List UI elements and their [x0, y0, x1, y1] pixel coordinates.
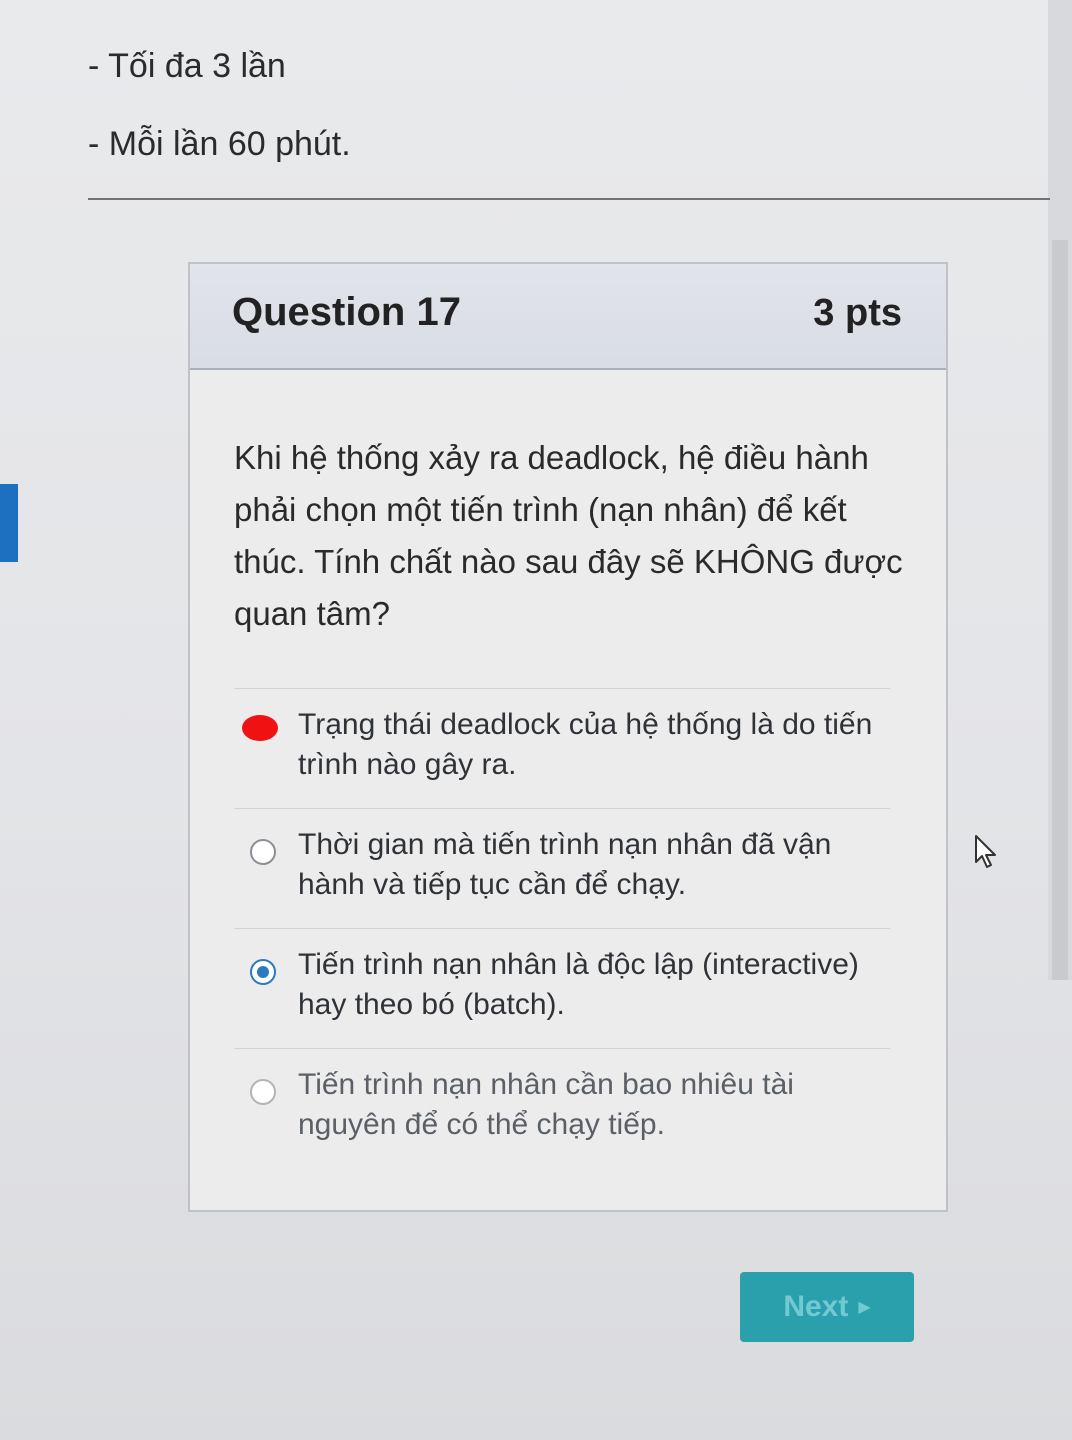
- answer-label: Trạng thái deadlock của hệ thống là do t…: [298, 708, 873, 781]
- question-card: Question 17 3 pts Khi hệ thống xảy ra de…: [188, 262, 948, 1212]
- red-mark-icon: [242, 715, 278, 741]
- answer-label: Tiến trình nạn nhân là độc lập (interact…: [298, 948, 859, 1021]
- answer-label: Tiến trình nạn nhân cần bao nhiêu tài ng…: [298, 1068, 794, 1141]
- scrollbar-thumb[interactable]: [1052, 240, 1068, 980]
- radio-button-selected[interactable]: [250, 959, 276, 985]
- mouse-cursor-icon: [975, 835, 996, 868]
- answer-list: Trạng thái deadlock của hệ thống là do t…: [234, 688, 890, 1168]
- radio-button[interactable]: [250, 1079, 276, 1105]
- answer-option-2[interactable]: Thời gian mà tiến trình nạn nhân đã vận …: [234, 808, 890, 928]
- question-text: Khi hệ thống xảy ra deadlock, hệ điều hà…: [234, 439, 903, 632]
- instruction-attempts: - Tối đa 3 lần: [88, 47, 286, 85]
- question-header: Question 17 3 pts: [190, 264, 946, 370]
- next-label: Next: [783, 1290, 849, 1323]
- question-points: 3 pts: [813, 292, 902, 334]
- answer-option-1[interactable]: Trạng thái deadlock của hệ thống là do t…: [234, 688, 890, 808]
- radio-button[interactable]: [250, 839, 276, 865]
- answer-option-4[interactable]: Tiến trình nạn nhân cần bao nhiêu tài ng…: [234, 1048, 890, 1168]
- instruction-time-limit: - Mỗi lần 60 phút.: [88, 125, 351, 163]
- page-scrollbar[interactable]: [1048, 0, 1072, 980]
- divider: [88, 198, 1050, 200]
- answer-option-3[interactable]: Tiến trình nạn nhân là độc lập (interact…: [234, 928, 890, 1048]
- side-nav-indicator: [0, 484, 18, 562]
- question-title: Question 17: [232, 290, 461, 334]
- quiz-instructions: - Tối đa 3 lần - Mỗi lần 60 phút.: [88, 40, 351, 196]
- play-arrow-icon: ▶: [858, 1299, 871, 1316]
- next-button[interactable]: Next ▶: [740, 1272, 914, 1342]
- answer-label: Thời gian mà tiến trình nạn nhân đã vận …: [298, 828, 832, 901]
